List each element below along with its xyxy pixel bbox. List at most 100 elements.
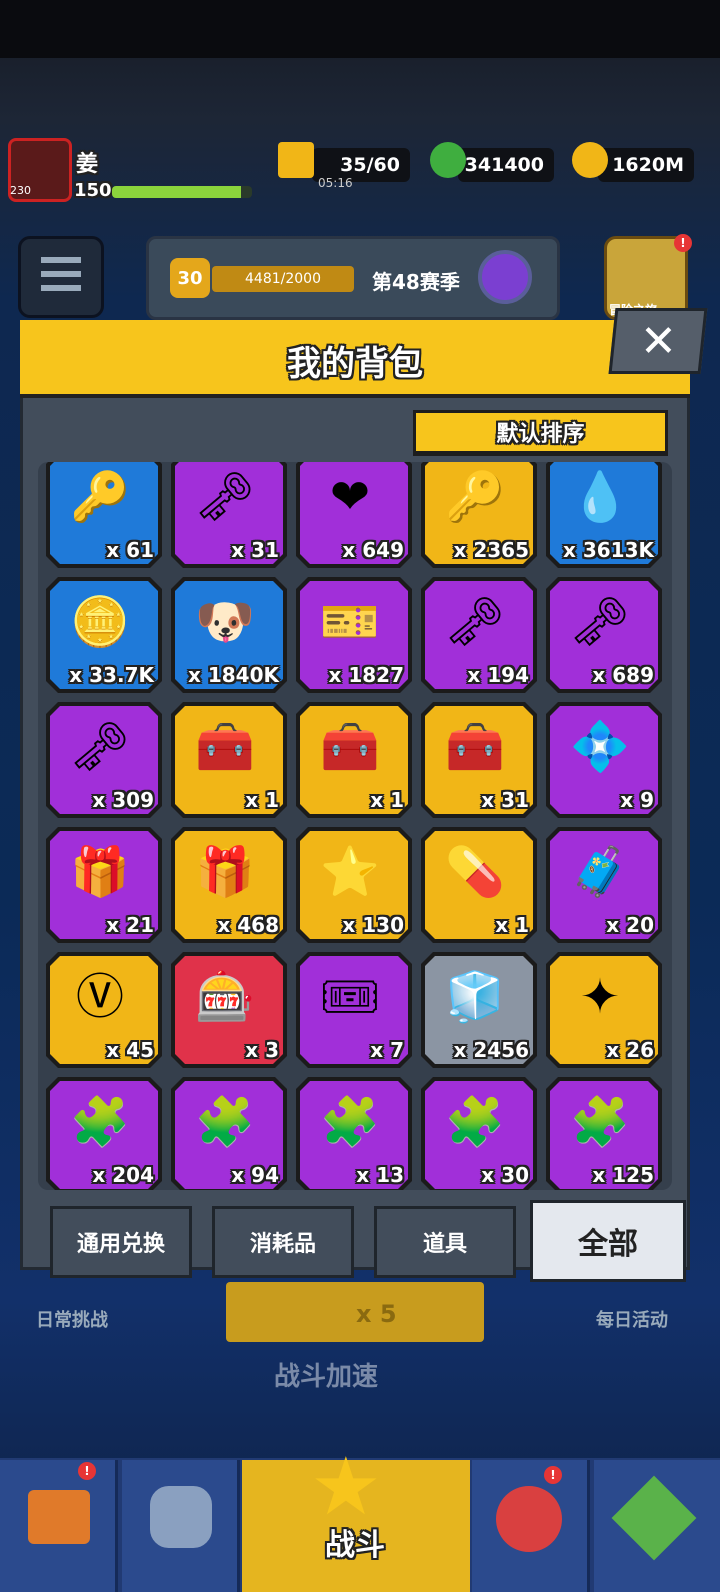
sort-button[interactable]: 默认排序 bbox=[413, 410, 668, 456]
gold-key-icon: 🗝 bbox=[194, 469, 256, 525]
chest-star-icon: 🧰 bbox=[320, 719, 380, 775]
puzzle-cat-icon: 🧩 bbox=[320, 1094, 380, 1150]
orange-key-icon: 🗝 bbox=[444, 594, 506, 650]
season-level: 30 bbox=[170, 258, 210, 298]
gold-coin-icon: 🪙 bbox=[70, 594, 130, 650]
energy-timer: 05:16 bbox=[318, 176, 353, 190]
item-slot[interactable]: 💠 x 9 bbox=[546, 702, 662, 818]
player-name: 姜 bbox=[76, 152, 99, 177]
pink-gift-icon: 🎁 bbox=[70, 844, 130, 900]
hex-key-icon: 🗝 bbox=[69, 719, 131, 775]
star-crystal-icon: ⭐ bbox=[320, 844, 380, 900]
diamond-chest-icon: 🧰 bbox=[445, 719, 505, 775]
heroes-notification-dot: ! bbox=[544, 1466, 562, 1484]
player-level: 150 bbox=[74, 180, 112, 201]
drop-icon: 💧 bbox=[570, 469, 630, 525]
shop-icon bbox=[28, 1490, 90, 1544]
item-slot[interactable]: 🧳 x 20 bbox=[546, 827, 662, 943]
close-button[interactable]: ✕ bbox=[608, 308, 708, 374]
nav-shop[interactable] bbox=[0, 1460, 118, 1592]
item-count: x 1827 bbox=[328, 663, 404, 687]
item-count: x 33.7K bbox=[69, 663, 154, 687]
energy-boost-box[interactable] bbox=[226, 1282, 484, 1342]
item-slot[interactable]: 🧩 x 125 bbox=[546, 1077, 662, 1190]
item-slot[interactable]: 🧰 x 31 bbox=[421, 702, 537, 818]
item-slot[interactable]: 🧩 x 94 bbox=[171, 1077, 287, 1190]
item-slot[interactable]: ✦ x 26 bbox=[546, 952, 662, 1068]
puzzle-girl-icon: 🧩 bbox=[570, 1094, 630, 1150]
battle-label: 战斗 bbox=[325, 1528, 385, 1563]
item-count: x 1 bbox=[245, 788, 279, 812]
gem-counter[interactable]: 341400 bbox=[458, 148, 554, 182]
tab-all[interactable]: 全部 bbox=[530, 1200, 686, 1282]
nav-talents[interactable] bbox=[594, 1460, 720, 1592]
daily-activity-label[interactable]: 每日活动 bbox=[596, 1306, 668, 1332]
season-progress: 4481/2000 bbox=[212, 266, 354, 292]
gold-gift-icon: 🎁 bbox=[195, 844, 255, 900]
item-slot[interactable]: 🎟 x 7 bbox=[296, 952, 412, 1068]
item-count: x 26 bbox=[606, 1038, 654, 1062]
item-count: x 204 bbox=[92, 1163, 154, 1187]
item-count: x 94 bbox=[231, 1163, 279, 1187]
item-count: x 649 bbox=[342, 538, 404, 562]
item-slot[interactable]: ❤ x 649 bbox=[296, 462, 412, 568]
item-slot[interactable]: 🗝 x 194 bbox=[421, 577, 537, 693]
chest-icon: 🧰 bbox=[195, 719, 255, 775]
event-notification-dot: ! bbox=[674, 234, 692, 252]
tab-exchange[interactable]: 通用兑换 bbox=[50, 1206, 192, 1278]
item-slot[interactable]: 🎁 x 21 bbox=[46, 827, 162, 943]
item-count: x 45 bbox=[106, 1038, 154, 1062]
daily-challenge-label[interactable]: 日常挑战 bbox=[36, 1306, 108, 1332]
item-count: x 31 bbox=[231, 538, 279, 562]
menu-icon bbox=[41, 257, 81, 263]
item-count: x 31 bbox=[481, 788, 529, 812]
item-slot[interactable]: 🧩 x 204 bbox=[46, 1077, 162, 1190]
item-slot[interactable]: 🗝 x 31 bbox=[171, 462, 287, 568]
item-slot[interactable]: 🔑 x 2365 bbox=[421, 462, 537, 568]
item-count: x 13 bbox=[356, 1163, 404, 1187]
item-count: x 1 bbox=[495, 913, 529, 937]
item-count: x 3 bbox=[245, 1038, 279, 1062]
item-count: x 7 bbox=[370, 1038, 404, 1062]
item-slot[interactable]: 🎰 x 3 bbox=[171, 952, 287, 1068]
season-label: 第48赛季 bbox=[372, 270, 460, 294]
item-slot[interactable]: ⭐ x 130 bbox=[296, 827, 412, 943]
item-slot[interactable]: 🪙 x 33.7K bbox=[46, 577, 162, 693]
gold-counter[interactable]: 1620M bbox=[598, 148, 694, 182]
item-count: x 2456 bbox=[453, 1038, 529, 1062]
item-slot[interactable]: 🗝 x 309 bbox=[46, 702, 162, 818]
close-icon: ✕ bbox=[639, 315, 677, 367]
item-grid[interactable]: 🔑 x 61 🗝 x 31 ❤ x 649 🔑 x 2365 💧 x 3613K 🪙 x 33.7K 🐶… bbox=[38, 462, 672, 1190]
xp-bar bbox=[112, 186, 252, 198]
item-slot[interactable]: 🐶 x 1840K bbox=[171, 577, 287, 693]
speed-boost-label[interactable]: 战斗加速 bbox=[274, 1356, 378, 1393]
item-slot[interactable]: 💊 x 1 bbox=[421, 827, 537, 943]
item-count: x 20 bbox=[606, 913, 654, 937]
nav-equipment[interactable] bbox=[122, 1460, 240, 1592]
shop-notification-dot: ! bbox=[78, 1462, 96, 1480]
item-slot[interactable]: 🔑 x 61 bbox=[46, 462, 162, 568]
energy-icon bbox=[278, 142, 314, 178]
item-slot[interactable]: 🎁 x 468 bbox=[171, 827, 287, 943]
item-count: x 468 bbox=[217, 913, 279, 937]
item-slot[interactable]: 🧩 x 30 bbox=[421, 1077, 537, 1190]
tab-consumables[interactable]: 消耗品 bbox=[212, 1206, 354, 1278]
item-count: x 194 bbox=[467, 663, 529, 687]
item-slot[interactable]: 🧰 x 1 bbox=[296, 702, 412, 818]
item-slot[interactable]: 🧰 x 1 bbox=[171, 702, 287, 818]
item-count: x 3613K bbox=[562, 538, 654, 562]
item-slot[interactable]: 💧 x 3613K bbox=[546, 462, 662, 568]
menu-button[interactable] bbox=[18, 236, 104, 318]
nav-heroes[interactable] bbox=[472, 1460, 590, 1592]
item-count: x 689 bbox=[592, 663, 654, 687]
item-slot[interactable]: 🧩 x 13 bbox=[296, 1077, 412, 1190]
item-slot[interactable]: Ⓥx 45 bbox=[46, 952, 162, 1068]
avatar-level: 230 bbox=[10, 184, 31, 197]
backpack-title: 我的背包 bbox=[287, 344, 423, 384]
status-bar bbox=[0, 0, 720, 58]
item-slot[interactable]: 🧊 x 2456 bbox=[421, 952, 537, 1068]
item-slot[interactable]: 🎫 x 1827 bbox=[296, 577, 412, 693]
item-slot[interactable]: 🗝 x 689 bbox=[546, 577, 662, 693]
tab-props[interactable]: 道具 bbox=[374, 1206, 516, 1278]
item-count: x 61 bbox=[106, 538, 154, 562]
